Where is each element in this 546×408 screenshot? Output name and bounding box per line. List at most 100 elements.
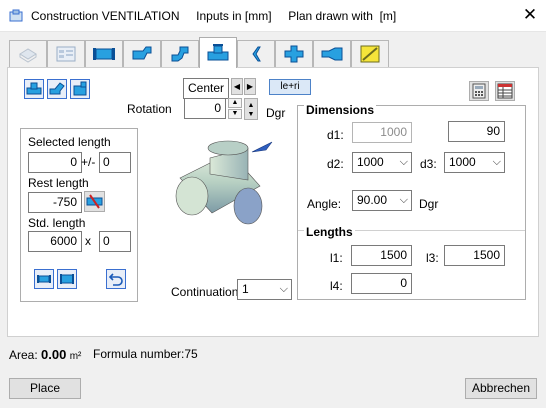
selected-length-input[interactable]: 0 bbox=[28, 152, 82, 173]
tab-reducer[interactable] bbox=[313, 40, 351, 67]
chevron-down-icon: ⌵ bbox=[492, 156, 501, 168]
tee-mode-icon bbox=[26, 82, 42, 95]
place-button[interactable]: Place bbox=[9, 378, 81, 399]
bend-offset-icon bbox=[171, 46, 189, 62]
continuation-select[interactable]: 1 ⌵ bbox=[237, 279, 292, 300]
area-label: Area: bbox=[9, 348, 38, 362]
duct-short-button[interactable] bbox=[34, 269, 54, 289]
d3-value: 1000 bbox=[449, 155, 476, 169]
side-tee-icon bbox=[73, 81, 87, 96]
le-ri-button[interactable]: le+ri bbox=[269, 79, 311, 95]
tab-saddle[interactable] bbox=[237, 40, 275, 67]
duct-short-icon bbox=[37, 275, 51, 283]
area-value: 0.00 bbox=[41, 347, 67, 362]
count-input[interactable]: 0 bbox=[99, 231, 131, 252]
title-app: Construction VENTILATION bbox=[31, 9, 180, 23]
undo-button[interactable] bbox=[106, 269, 126, 289]
rest-length-label: Rest length bbox=[28, 176, 89, 190]
angle-select[interactable]: 90.00 ⌵ bbox=[352, 190, 412, 211]
tolerance-input[interactable]: 0 bbox=[99, 152, 131, 173]
le-ri-label: le+ri bbox=[280, 81, 300, 92]
rotation-step-button[interactable]: ▲ ▼ bbox=[244, 98, 258, 120]
chevron-down-icon: ⌵ bbox=[399, 156, 408, 168]
cancel-button-label: Abbrechen bbox=[471, 381, 531, 395]
tab-bend-offset[interactable] bbox=[161, 40, 199, 67]
cancel-button[interactable]: Abbrechen bbox=[465, 378, 537, 399]
std-length-input[interactable]: 6000 bbox=[28, 231, 82, 252]
l4-label: l4: bbox=[330, 279, 343, 293]
continuation-value: 1 bbox=[242, 282, 249, 296]
orientation-value: Center bbox=[188, 81, 225, 95]
mode-side-button[interactable] bbox=[70, 79, 90, 99]
extra-dimension-input[interactable]: 90 bbox=[448, 121, 505, 142]
tab-straight-duct[interactable] bbox=[85, 40, 123, 67]
d2-value: 1000 bbox=[357, 155, 384, 169]
selected-length-label: Selected length bbox=[28, 135, 111, 149]
l1-label: l1: bbox=[330, 251, 343, 265]
d3-select[interactable]: 1000 ⌵ bbox=[444, 152, 505, 173]
tab-damper[interactable] bbox=[351, 40, 389, 67]
std-length-label: Std. length bbox=[28, 216, 86, 230]
d1-input[interactable]: 1000 bbox=[352, 122, 412, 143]
form-icon bbox=[56, 46, 76, 62]
duct-long-button[interactable] bbox=[57, 269, 77, 289]
tee-icon bbox=[207, 44, 229, 61]
saddle-icon bbox=[252, 46, 261, 62]
undo-icon bbox=[108, 273, 123, 286]
table-button[interactable] bbox=[495, 81, 515, 101]
rest-length-input[interactable]: -750 bbox=[28, 192, 82, 213]
tab-ghost-duct[interactable] bbox=[9, 40, 47, 67]
lengths-heading: Lengths bbox=[304, 225, 355, 239]
reducer-icon bbox=[321, 47, 343, 61]
calculator-icon bbox=[472, 83, 486, 99]
bend-icon bbox=[132, 46, 152, 60]
tab-tee[interactable] bbox=[199, 37, 237, 68]
rest-length-fit-button[interactable] bbox=[84, 191, 105, 212]
orientation-prev-button[interactable]: ◀ bbox=[231, 78, 243, 95]
chevron-down-icon: ⌵ bbox=[399, 194, 408, 206]
fit-duct-icon bbox=[86, 194, 103, 209]
tab-cross[interactable] bbox=[275, 40, 313, 67]
formula-number: Formula number:75 bbox=[93, 347, 198, 361]
rotation-input[interactable]: 0 bbox=[184, 98, 226, 119]
rotation-label: Rotation bbox=[127, 102, 172, 116]
continuation-label: Continuation bbox=[171, 285, 239, 299]
d2-label: d2: bbox=[327, 157, 344, 171]
rotation-up-button[interactable]: ▲ bbox=[228, 98, 242, 108]
mode-angled-button[interactable] bbox=[47, 79, 67, 99]
mode-tee-button[interactable] bbox=[24, 79, 44, 99]
title-inputs-unit: Inputs in [mm] bbox=[196, 9, 272, 23]
orientation-select[interactable]: Center bbox=[183, 78, 229, 99]
place-button-label: Place bbox=[29, 381, 61, 395]
d3-label: d3: bbox=[420, 157, 437, 171]
cross-icon bbox=[284, 45, 304, 63]
l3-label: l3: bbox=[426, 251, 439, 265]
rotation-down-button[interactable]: ▼ bbox=[228, 109, 242, 119]
angle-label: Angle: bbox=[307, 197, 342, 211]
orientation-next-button[interactable]: ▶ bbox=[244, 78, 256, 95]
title-plan-unit: Plan drawn with [m] bbox=[288, 9, 397, 23]
l1-input[interactable]: 1500 bbox=[351, 245, 412, 266]
chevron-down-icon: ⌵ bbox=[279, 283, 288, 295]
plusminus-label: +/- bbox=[81, 155, 96, 169]
rotation-unit: Dgr bbox=[266, 106, 286, 120]
l4-input[interactable]: 0 bbox=[351, 273, 412, 294]
d2-select[interactable]: 1000 ⌵ bbox=[352, 152, 412, 173]
duct-long-icon bbox=[60, 274, 74, 284]
window-title: Construction VENTILATION Inputs in [mm] … bbox=[31, 9, 396, 23]
close-icon[interactable]: ✕ bbox=[521, 6, 539, 24]
angle-value: 90.00 bbox=[357, 193, 388, 207]
app-icon bbox=[9, 9, 23, 23]
tab-form[interactable] bbox=[47, 40, 85, 67]
dimensions-heading: Dimensions bbox=[304, 103, 377, 117]
d1-label: d1: bbox=[327, 128, 344, 142]
tab-bend[interactable] bbox=[123, 40, 161, 67]
table-icon bbox=[497, 83, 513, 99]
ghost-duct-icon bbox=[19, 48, 37, 63]
calculator-button[interactable] bbox=[469, 81, 489, 101]
times-label: x bbox=[85, 234, 91, 248]
area-unit: m² bbox=[69, 351, 82, 362]
l3-input[interactable]: 1500 bbox=[444, 245, 505, 266]
area-readout: Area: 0.00 m² bbox=[9, 347, 81, 362]
angle-unit: Dgr bbox=[419, 197, 439, 211]
